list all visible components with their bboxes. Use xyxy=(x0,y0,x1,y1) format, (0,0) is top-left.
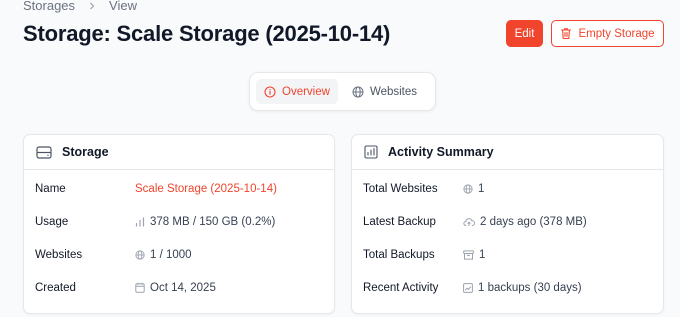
chevron-right-icon xyxy=(87,1,97,11)
tab-websites[interactable]: Websites xyxy=(344,79,425,104)
latest-backup-value: 2 days ago (378 MB) xyxy=(463,216,587,228)
storage-name-link[interactable]: Scale Storage (2025-10-14) xyxy=(135,183,277,195)
storage-drive-icon xyxy=(36,145,52,159)
row-label: Usage xyxy=(35,215,69,228)
empty-storage-button[interactable]: Empty Storage xyxy=(551,20,664,47)
tab-websites-label: Websites xyxy=(369,85,418,98)
breadcrumb: Storages View xyxy=(23,0,137,13)
created-value: Oct 14, 2025 xyxy=(135,282,216,294)
storage-row-name: Name Scale Storage (2025-10-14) xyxy=(24,172,334,205)
storage-card-title: Storage xyxy=(62,145,109,159)
latest-backup-text: 2 days ago (378 MB) xyxy=(480,215,587,228)
activity-row-total-backups: Total Backups 1 xyxy=(352,238,663,271)
activity-icon xyxy=(463,282,473,293)
total-websites-value: 1 xyxy=(463,183,484,195)
websites-value: 1 / 1000 xyxy=(135,249,192,261)
view-tabs: Overview Websites xyxy=(249,72,436,111)
breadcrumb-storages-link[interactable]: Storages xyxy=(23,0,75,13)
row-label: Total Websites xyxy=(363,182,438,195)
empty-storage-label: Empty Storage xyxy=(578,27,655,40)
activity-row-total-websites: Total Websites 1 xyxy=(352,172,663,205)
page-title: Storage: Scale Storage (2025-10-14) xyxy=(23,21,391,46)
row-label: Total Backups xyxy=(363,248,435,261)
activity-chart-icon xyxy=(364,145,378,159)
breadcrumb-current: View xyxy=(109,0,137,13)
archive-icon xyxy=(463,249,474,260)
activity-summary-card: Activity Summary Total Websites 1 Latest… xyxy=(351,134,664,314)
created-text: Oct 14, 2025 xyxy=(150,281,216,294)
activity-card-title: Activity Summary xyxy=(388,145,494,159)
row-label: Name xyxy=(35,182,66,195)
total-backups-value: 1 xyxy=(463,249,485,261)
row-label: Recent Activity xyxy=(363,281,439,294)
usage-text: 378 MB / 150 GB (0.2%) xyxy=(150,215,276,228)
activity-card-header: Activity Summary xyxy=(352,135,663,170)
globe-icon xyxy=(135,249,145,260)
info-icon xyxy=(264,85,276,98)
storage-card-header: Storage xyxy=(24,135,334,170)
total-websites-text: 1 xyxy=(478,182,485,195)
storage-row-websites: Websites 1 / 1000 xyxy=(24,238,334,271)
globe-icon xyxy=(352,86,364,98)
storage-row-usage: Usage 378 MB / 150 GB (0.2%) xyxy=(24,205,334,238)
globe-icon xyxy=(463,183,473,194)
websites-text: 1 / 1000 xyxy=(150,248,192,261)
activity-row-latest-backup: Latest Backup 2 days ago (378 MB) xyxy=(352,205,663,238)
recent-activity-text: 1 backups (30 days) xyxy=(478,281,582,294)
trash-icon xyxy=(560,27,572,40)
row-label: Websites xyxy=(35,248,83,261)
edit-button[interactable]: Edit xyxy=(506,20,543,47)
total-backups-text: 1 xyxy=(479,248,486,261)
row-label: Created xyxy=(35,281,76,294)
recent-activity-value: 1 backups (30 days) xyxy=(463,282,582,294)
usage-value: 378 MB / 150 GB (0.2%) xyxy=(135,216,275,228)
tab-overview[interactable]: Overview xyxy=(256,79,338,104)
cloud-upload-icon xyxy=(463,217,475,227)
calendar-icon xyxy=(135,282,145,293)
activity-row-recent-activity: Recent Activity 1 backups (30 days) xyxy=(352,271,663,304)
row-label: Latest Backup xyxy=(363,215,436,228)
storage-card: Storage Name Scale Storage (2025-10-14) … xyxy=(23,134,335,314)
tab-overview-label: Overview xyxy=(282,85,330,98)
storage-row-created: Created Oct 14, 2025 xyxy=(24,271,334,304)
bar-chart-icon xyxy=(135,216,145,227)
